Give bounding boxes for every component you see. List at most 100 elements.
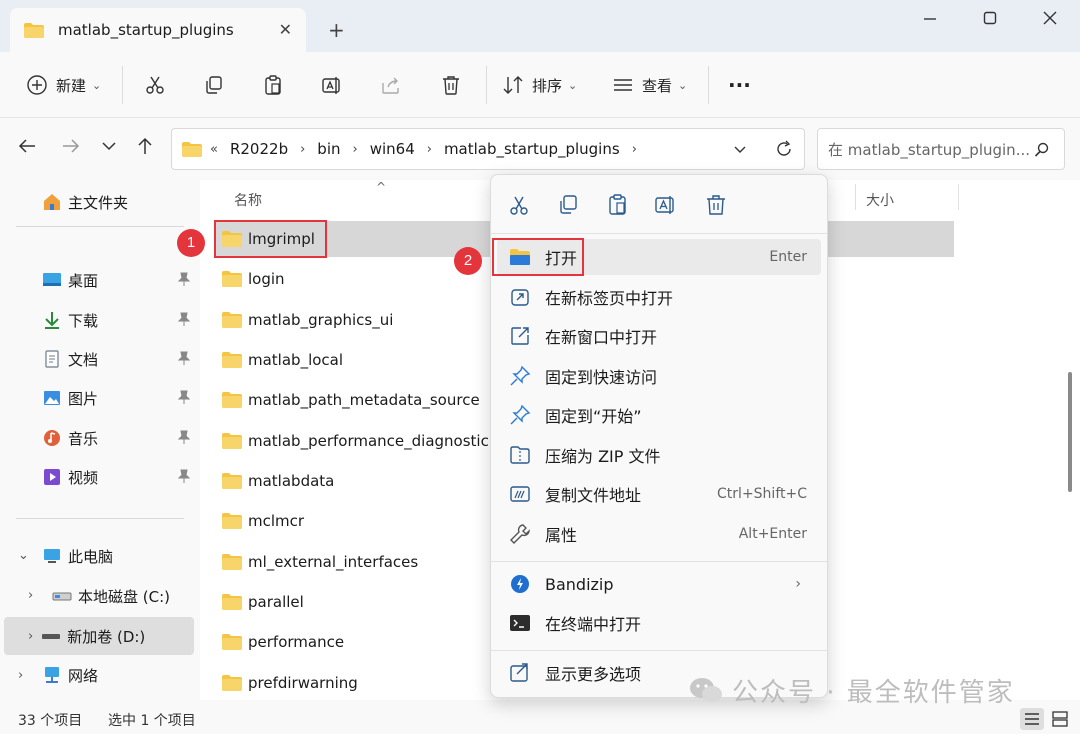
context-item-copy-path[interactable]: 复制文件地址 Ctrl+Shift+C xyxy=(497,476,821,512)
up-button[interactable] xyxy=(132,136,158,162)
rename-icon[interactable] xyxy=(654,193,678,217)
file-name: matlab_path_metadata_source xyxy=(248,391,480,409)
document-icon xyxy=(45,350,59,368)
file-row[interactable]: ml_external_interfaces xyxy=(214,544,490,580)
copy-icon[interactable] xyxy=(556,193,580,217)
paste-button[interactable] xyxy=(262,72,284,98)
clipboard-icon[interactable] xyxy=(606,193,630,217)
context-item-open-terminal[interactable]: 在终端中打开 xyxy=(497,605,821,641)
close-window-button[interactable] xyxy=(1030,10,1070,30)
close-tab-icon[interactable]: ✕ xyxy=(279,20,292,39)
delete-button[interactable] xyxy=(440,72,462,98)
trash-icon[interactable] xyxy=(704,193,728,217)
scissors-icon[interactable] xyxy=(507,193,531,217)
file-row[interactable]: matlab_local xyxy=(214,342,490,378)
new-button[interactable]: 新建 ⌄ xyxy=(26,72,101,98)
vertical-scrollbar[interactable] xyxy=(1068,372,1072,492)
details-view-button[interactable] xyxy=(1020,708,1044,730)
file-row[interactable]: parallel xyxy=(214,584,490,620)
plus-circle-icon xyxy=(27,75,47,95)
pin-icon[interactable] xyxy=(178,390,190,404)
more-button[interactable]: ··· xyxy=(728,72,751,98)
folder-icon xyxy=(222,594,242,610)
context-item-open-new-window[interactable]: 在新窗口中打开 xyxy=(497,318,821,354)
sidebar-item-drive-c[interactable]: 本地磁盘 (C:) xyxy=(52,578,196,614)
file-name: matlab_performance_diagnostic xyxy=(248,432,489,450)
pin-icon[interactable] xyxy=(178,469,190,483)
share-icon xyxy=(382,77,399,94)
sort-button[interactable]: 排序 ⌄ xyxy=(502,72,577,98)
back-button[interactable] xyxy=(14,136,40,162)
home-icon xyxy=(44,194,60,210)
cut-button[interactable] xyxy=(144,72,166,98)
step-badge-2: 2 xyxy=(454,247,482,275)
sidebar-item-videos[interactable]: 视频 xyxy=(42,459,196,495)
file-name: ml_external_interfaces xyxy=(248,553,419,571)
tiles-view-button[interactable] xyxy=(1048,708,1072,730)
forward-button[interactable] xyxy=(58,136,84,162)
minimize-button[interactable] xyxy=(910,10,950,30)
sidebar-item-documents[interactable]: 文档 xyxy=(42,341,196,377)
file-row[interactable]: login xyxy=(214,261,490,297)
sidebar-item-downloads[interactable]: 下载 xyxy=(42,302,196,338)
view-button[interactable]: 查看 ⌄ xyxy=(612,72,687,98)
rename-button[interactable] xyxy=(321,72,343,98)
sidebar-item-label: 新加卷 (D:) xyxy=(67,627,146,646)
chevron-right-icon[interactable]: › xyxy=(300,142,305,157)
file-row[interactable]: matlab_graphics_ui xyxy=(214,302,490,338)
maximize-button[interactable] xyxy=(970,10,1010,30)
context-item-properties[interactable]: 属性 Alt+Enter xyxy=(497,516,821,552)
share-button[interactable] xyxy=(380,72,402,98)
chevron-right-icon[interactable]: › xyxy=(353,142,358,157)
file-row[interactable]: matlab_path_metadata_source xyxy=(214,382,490,418)
sidebar-item-network[interactable]: 网络 xyxy=(42,657,196,693)
file-row[interactable]: performance xyxy=(214,624,490,660)
recent-locations-button[interactable] xyxy=(96,136,122,162)
address-bar[interactable]: « R2022b › bin › win64 › matlab_startup_… xyxy=(171,128,805,170)
new-tab-button[interactable]: + xyxy=(328,18,345,42)
search-input[interactable]: 在 matlab_startup_plugin... xyxy=(817,128,1065,170)
tab-matlab-startup-plugins[interactable]: matlab_startup_plugins ✕ xyxy=(10,8,306,52)
pin-icon[interactable] xyxy=(178,312,190,326)
breadcrumb-overflow[interactable]: « xyxy=(210,142,218,157)
file-row[interactable]: matlab_performance_diagnostic xyxy=(214,423,490,459)
context-item-pin-quick-access[interactable]: 固定到快速访问 xyxy=(497,358,821,394)
chevron-down-icon[interactable]: ⌄ xyxy=(18,548,29,563)
sidebar-item-this-pc[interactable]: 此电脑 xyxy=(42,538,196,574)
file-row[interactable]: mclmcr xyxy=(214,503,490,539)
sidebar-item-drive-d[interactable]: › 新加卷 (D:) xyxy=(4,617,194,655)
chevron-right-icon[interactable]: › xyxy=(18,668,23,683)
more-options-icon xyxy=(510,663,528,682)
pin-icon[interactable] xyxy=(178,272,190,286)
file-row[interactable]: matlabdata xyxy=(214,463,490,499)
tiles-view-icon xyxy=(1052,711,1068,727)
file-name: matlab_graphics_ui xyxy=(248,311,394,329)
context-item-bandizip[interactable]: Bandizip › xyxy=(497,566,821,602)
breadcrumb-item[interactable]: R2022b xyxy=(230,140,288,158)
context-item-compress-zip[interactable]: 压缩为 ZIP 文件 xyxy=(497,437,821,473)
chevron-right-icon[interactable]: › xyxy=(632,142,637,157)
address-dropdown-icon[interactable] xyxy=(732,141,748,157)
breadcrumb-item[interactable]: bin xyxy=(317,140,340,158)
breadcrumb-item[interactable]: matlab_startup_plugins xyxy=(444,140,620,158)
file-row[interactable]: prefdirwarning xyxy=(214,665,490,701)
context-item-open-new-tab[interactable]: 在新标签页中打开 xyxy=(497,279,821,315)
selection-count: 选中 1 个项目 xyxy=(108,713,196,729)
sidebar-item-music[interactable]: 音乐 xyxy=(42,420,196,456)
pin-icon[interactable] xyxy=(178,351,190,365)
sidebar-item-desktop[interactable]: 桌面 xyxy=(42,262,196,298)
pin-icon[interactable] xyxy=(178,430,190,444)
copy-button[interactable] xyxy=(203,72,225,98)
column-header-name[interactable]: 名称 xyxy=(234,190,262,210)
context-item-pin-start[interactable]: 固定到“开始” xyxy=(497,397,821,433)
network-icon xyxy=(45,667,59,683)
chevron-right-icon[interactable]: › xyxy=(28,629,33,644)
column-header-size[interactable]: 大小 xyxy=(866,190,894,210)
column-divider xyxy=(855,184,856,210)
chevron-right-icon[interactable]: › xyxy=(427,142,432,157)
breadcrumb-item[interactable]: win64 xyxy=(370,140,415,158)
sidebar-item-home[interactable]: 主文件夹 xyxy=(42,184,196,220)
refresh-icon[interactable] xyxy=(774,139,794,159)
sidebar-item-pictures[interactable]: 图片 xyxy=(42,380,196,416)
chevron-right-icon[interactable]: › xyxy=(28,588,33,603)
